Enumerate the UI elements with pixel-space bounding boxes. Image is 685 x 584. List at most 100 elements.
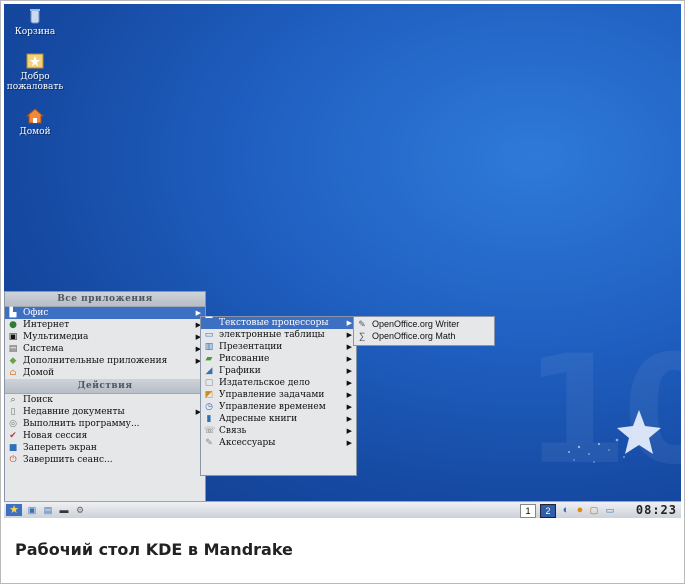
oo-math-icon: ∑ (358, 331, 366, 341)
menu-item-label: Издательское дело (219, 378, 310, 388)
desktop-icon-label: Добро пожаловать (6, 72, 64, 92)
logout-icon: ⏻ (9, 455, 17, 465)
menu-item-label: Новая сессия (23, 431, 88, 441)
menu-item-label: Офис (23, 308, 49, 318)
charts-icon: ◢ (205, 366, 213, 376)
menu-item-label: Текстовые процессоры (219, 318, 329, 328)
submenu-arrow-icon: ▶ (346, 427, 352, 435)
menu-item-label: Рисование (219, 354, 270, 364)
star-wallpaper-decoration (568, 410, 661, 463)
kde-application-menu: Все приложения ▙ Офис ▶ ● Интернет ▶ ▣ Мульти… (4, 291, 206, 505)
submenu-item-drawing[interactable]: ▰ Рисование ▶ (201, 353, 356, 365)
submenu-item-communication[interactable]: ☏ Связь ▶ (201, 425, 356, 437)
submenu-arrow-icon: ▶ (346, 403, 352, 411)
spreadsheet-icon: ▭ (204, 330, 214, 340)
desktop-icon-home[interactable]: Домой (5, 107, 65, 137)
menu-item-label: Запереть экран (23, 443, 97, 453)
submenu-item-tasks[interactable]: ◩ Управление задачами ▶ (201, 389, 356, 401)
figure-frame: 10 Корзина Добро пожаловать Домой Все пр… (0, 0, 685, 584)
menu-item-system[interactable]: ▤ Система ▶ (5, 343, 205, 355)
home-folder-icon[interactable]: ▣ (26, 504, 38, 516)
presentation-icon: ▥ (204, 342, 214, 352)
panel-clock[interactable]: 08:23 (636, 503, 677, 517)
menu-item-new-session[interactable]: ✔ Новая сессия (5, 430, 205, 442)
lock-icon: ■ (8, 443, 18, 453)
word-processors-submenu: ✎ OpenOffice.org Writer ∑ OpenOffice.org M… (353, 316, 495, 346)
submenu-arrow-icon: ▶ (346, 319, 352, 327)
menu-item-label: Управление задачами (219, 390, 325, 400)
terminal-icon[interactable]: ▬ (58, 504, 70, 516)
kde-panel: ★ ▣ ▤ ▬ ⚙ 1 2 ◐ ● ▢ ▭ 08:23 (4, 501, 681, 518)
menu-item-label: OpenOffice.org Math (372, 331, 456, 341)
menu-section-title: Все приложения (5, 292, 205, 307)
desktop-pager-2[interactable]: 2 (540, 504, 556, 518)
submenu-item-charts[interactable]: ◢ Графики ▶ (201, 365, 356, 377)
submenu-item-time[interactable]: ◷ Управление временем ▶ (201, 401, 356, 413)
submenu-arrow-icon: ▶ (346, 391, 352, 399)
new-session-icon: ✔ (9, 431, 17, 441)
desktop-icon-trash[interactable]: Корзина (5, 7, 65, 37)
menu-item-more-apps[interactable]: ◆ Дополнительные приложения ▶ (5, 355, 205, 367)
menu-item-label: электронные таблицы (219, 330, 325, 340)
konqueror-icon[interactable]: ▤ (42, 504, 54, 516)
submenu-item-spreadsheets[interactable]: ▭ электронные таблицы ▶ (201, 329, 356, 341)
submenu-arrow-icon: ▶ (346, 355, 352, 363)
menu-item-internet[interactable]: ● Интернет ▶ (5, 319, 205, 331)
tasks-icon: ◩ (204, 390, 214, 400)
search-icon: ⌕ (10, 395, 16, 405)
menu-item-home[interactable]: ⌂ Домой (5, 367, 205, 379)
menu-section-title: Действия (5, 379, 205, 394)
multimedia-icon: ▣ (8, 332, 18, 342)
menu-item-label: OpenOffice.org Writer (372, 319, 460, 329)
menu-item-logout[interactable]: ⏻ Завершить сеанс... (5, 454, 205, 466)
menu-item-office[interactable]: ▙ Офис ▶ (5, 307, 205, 319)
desktop-icon-label: Корзина (14, 27, 56, 37)
menu-item-label: Аксессуары (219, 438, 276, 448)
kmenu-icon[interactable]: ★ (6, 504, 22, 516)
menu-item-label: Графики (219, 366, 261, 376)
menu-item-multimedia[interactable]: ▣ Мультимедиа ▶ (5, 331, 205, 343)
menu-item-lock-screen[interactable]: ■ Запереть экран (5, 442, 205, 454)
submenu-item-accessories[interactable]: ✎ Аксессуары ▶ (201, 437, 356, 449)
menu-item-label: Выполнить программу... (23, 419, 140, 429)
desktop-icon-label: Домой (19, 127, 51, 137)
display-icon[interactable]: ▭ (602, 504, 618, 516)
menu-item-label: Завершить сеанс... (23, 455, 113, 465)
menu-item-recent-docs[interactable]: ▯ Недавние документы ▶ (5, 406, 205, 418)
network-icon[interactable]: ◐ (560, 504, 572, 516)
menu-item-run[interactable]: ◎ Выполнить программу... (5, 418, 205, 430)
communication-icon: ☏ (204, 426, 216, 436)
figure-caption: Рабочий стол KDE в Mandrake (15, 540, 293, 559)
clipboard-icon[interactable]: ▢ (588, 504, 600, 516)
menu-item-label: Поиск (23, 395, 53, 405)
menu-item-label: Управление временем (219, 402, 326, 412)
desktop-icon-welcome[interactable]: Добро пожаловать (5, 52, 65, 92)
update-icon[interactable]: ● (574, 504, 586, 516)
submenu-item-address-books[interactable]: ▮ Адресные книги ▶ (201, 413, 356, 425)
trash-icon (30, 9, 40, 24)
run-icon: ◎ (9, 419, 17, 429)
menu-item-search[interactable]: ⌕ Поиск (5, 394, 205, 406)
globe-icon: ● (9, 320, 17, 330)
submenu-item-oo-math[interactable]: ∑ OpenOffice.org Math (354, 330, 494, 342)
menu-item-label: Связь (219, 426, 247, 436)
menu-item-label: Интернет (23, 320, 70, 330)
drawing-icon: ▰ (205, 354, 213, 364)
menu-item-label: Недавние документы (23, 407, 125, 417)
address-book-icon: ▮ (206, 414, 212, 424)
office-icon: ▙ (9, 308, 17, 318)
submenu-item-word-processors[interactable]: ▔ Текстовые процессоры ▶ (201, 317, 356, 329)
submenu-arrow-icon: ▶ (346, 415, 352, 423)
menu-item-label: Презентации (219, 342, 283, 352)
recent-docs-icon: ▯ (10, 407, 16, 417)
home-icon: ⌂ (9, 368, 17, 378)
submenu-item-presentations[interactable]: ▥ Презентации ▶ (201, 341, 356, 353)
home-icon (26, 108, 44, 124)
office-submenu: ▔ Текстовые процессоры ▶ ▭ электронные табл… (200, 316, 357, 476)
desktop-pager-1[interactable]: 1 (520, 504, 536, 518)
submenu-item-publishing[interactable]: ▢ Издательское дело ▶ (201, 377, 356, 389)
submenu-arrow-icon: ▶ (346, 367, 352, 375)
submenu-arrow-icon: ▶ (346, 331, 352, 339)
settings-icon[interactable]: ⚙ (74, 504, 86, 516)
submenu-item-oo-writer[interactable]: ✎ OpenOffice.org Writer (354, 318, 494, 330)
